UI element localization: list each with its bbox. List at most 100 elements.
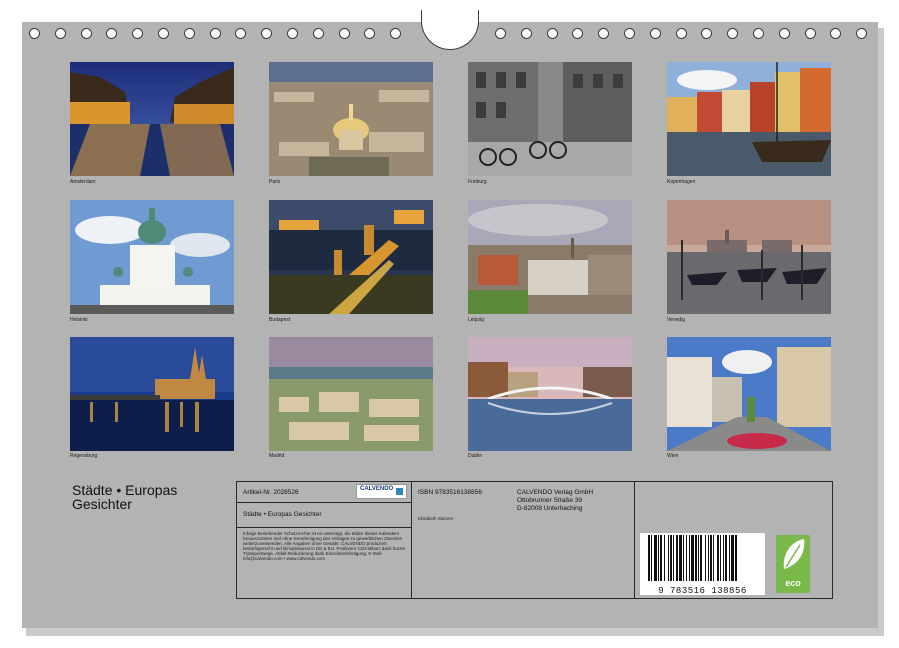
photo-caption: Wien xyxy=(667,453,679,459)
publisher-street: Ottobrunner Straße 39 xyxy=(517,497,583,504)
barcode-bar xyxy=(720,535,721,581)
isbn: ISBN 9783516138856 xyxy=(418,489,482,496)
barcode-bar xyxy=(670,535,672,581)
binding-ring xyxy=(287,28,298,39)
binding-ring xyxy=(624,28,635,39)
binding-ring xyxy=(676,28,687,39)
barcode-bar xyxy=(668,535,669,581)
barcode-bar xyxy=(676,535,678,581)
barcode-bar xyxy=(691,535,694,581)
binding-ring xyxy=(521,28,532,39)
divider xyxy=(634,481,635,599)
binding-ring xyxy=(753,28,764,39)
barcode-bar xyxy=(651,535,652,581)
binding-ring xyxy=(339,28,350,39)
binding-ring xyxy=(55,28,66,39)
binding-ring xyxy=(29,28,40,39)
barcode: 9 783516 138856 xyxy=(640,533,765,596)
binding-ring xyxy=(572,28,583,39)
binding-ring xyxy=(184,28,195,39)
product-title: Städte • Europas Gesichter xyxy=(243,511,322,518)
photo-caption: Kopenhagen xyxy=(667,179,696,185)
binding-ring xyxy=(779,28,790,39)
barcode-bar xyxy=(689,535,690,581)
barcode-bar xyxy=(700,535,702,581)
calendar-title: Städte • Europas Gesichter xyxy=(72,482,178,512)
barcode-bar xyxy=(710,535,712,581)
barcode-bar xyxy=(654,535,657,581)
binding-ring xyxy=(81,28,92,39)
binding-ring xyxy=(210,28,221,39)
barcode-bar xyxy=(729,535,730,581)
photo-kopenhagen xyxy=(667,62,831,176)
photo-caption: Helsinki xyxy=(70,317,88,323)
barcode-bar xyxy=(686,535,687,581)
eco-label: eco xyxy=(785,578,801,588)
binding-ring xyxy=(313,28,324,39)
photo-caption: Paris xyxy=(269,179,281,185)
photo-budapest xyxy=(269,200,433,314)
barcode-bar xyxy=(708,535,709,581)
photo-helsinki xyxy=(70,200,234,314)
binding-ring xyxy=(727,28,738,39)
photo-caption: Venedig xyxy=(667,317,686,323)
binding-ring xyxy=(261,28,272,39)
barcode-bar xyxy=(679,535,682,581)
barcode-bar xyxy=(660,535,662,581)
photo-caption: Dublin xyxy=(468,453,483,459)
barcode-bar xyxy=(683,535,684,581)
photo-caption: Madrid xyxy=(269,453,285,459)
binding-ring xyxy=(158,28,169,39)
eco-badge: eco xyxy=(776,535,810,593)
author-name: Elisabeth Stanzer xyxy=(418,516,454,521)
barcode-bar xyxy=(648,535,650,581)
binding-ring xyxy=(495,28,506,39)
photo-leipzig xyxy=(468,200,632,314)
article-number: Artikel-Nr. 2028526 xyxy=(243,489,299,496)
binding-ring xyxy=(650,28,661,39)
barcode-bar xyxy=(705,535,706,581)
photo-caption: Freiburg xyxy=(468,179,487,185)
binding-ring xyxy=(235,28,246,39)
barcode-bar xyxy=(698,535,699,581)
photo-paris xyxy=(269,62,433,176)
photo-caption: Regensburg xyxy=(70,453,98,459)
photo-amsterdam xyxy=(70,62,234,176)
photo-wien xyxy=(667,337,831,451)
binding-ring xyxy=(364,28,375,39)
photo-caption: Amsterdam xyxy=(70,179,96,185)
photo-regensburg xyxy=(70,337,234,451)
legal-notice: Infolge bestehender Schutzrechte ist es … xyxy=(243,531,406,561)
photo-venedig xyxy=(667,200,831,314)
publisher-name: CALVENDO Verlag GmbH xyxy=(517,489,594,496)
barcode-bar xyxy=(717,535,719,581)
binding-ring xyxy=(598,28,609,39)
divider xyxy=(236,502,412,503)
barcode-bar xyxy=(713,535,714,581)
binding-ring xyxy=(830,28,841,39)
barcode-bar xyxy=(664,535,665,581)
photo-caption: Leipzig xyxy=(468,317,484,323)
barcode-bar xyxy=(725,535,727,581)
barcode-bar xyxy=(695,535,697,581)
binding-ring xyxy=(856,28,867,39)
publisher-city: D-82008 Unterhaching xyxy=(517,505,583,512)
leaf-icon xyxy=(783,539,805,569)
photo-caption: Budapest xyxy=(269,317,291,323)
binding-ring xyxy=(106,28,117,39)
photo-freiburg xyxy=(468,62,632,176)
binding-ring xyxy=(701,28,712,39)
barcode-bars xyxy=(648,535,737,581)
binding-ring xyxy=(547,28,558,39)
binding-ring xyxy=(132,28,143,39)
binding-ring xyxy=(805,28,816,39)
barcode-bar xyxy=(735,535,737,581)
calvendo-logo: CALVENDO xyxy=(356,484,407,499)
photo-madrid xyxy=(269,337,433,451)
photo-dublin xyxy=(468,337,632,451)
barcode-bar xyxy=(658,535,659,581)
barcode-bar xyxy=(723,535,724,581)
binding-ring xyxy=(390,28,401,39)
barcode-digits: 9 783516 138856 xyxy=(658,586,747,596)
barcode-bar xyxy=(673,535,674,581)
